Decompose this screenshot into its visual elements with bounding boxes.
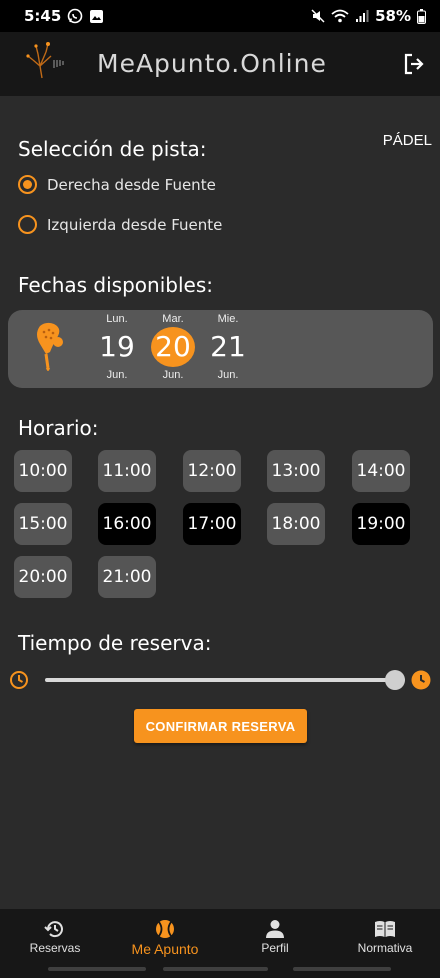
dates-section-title: Fechas disponibles: [18,273,213,297]
slider-track[interactable] [45,678,405,682]
battery-icon [417,8,426,24]
date-item-selected[interactable]: Mar. 20 Jun. [148,310,198,381]
gallery-icon [90,9,104,23]
radio-unchecked[interactable] [18,215,37,234]
nav-item-perfil[interactable]: Perfil [220,909,330,963]
nav-label: Perfil [261,941,289,955]
clock-min-icon [10,671,28,689]
hour-slot[interactable]: 11:00 [98,450,156,492]
date-month: Jun. [217,369,239,381]
schedule-section-title: Horario: [18,416,99,440]
signal-icon [356,10,369,22]
hour-slot[interactable]: 13:00 [267,450,325,492]
court-option-label: Derecha desde Fuente [47,175,216,194]
battery-percent: 58% [375,7,411,25]
hour-slot[interactable]: 21:00 [98,556,156,598]
radio-dot [23,180,32,189]
date-day: Lun. [106,313,128,325]
nav-item-reservas[interactable]: Reservas [0,909,110,963]
slider-thumb[interactable] [385,670,405,690]
court-option-label: Izquierda desde Fuente [47,215,223,234]
duration-section-title: Tiempo de reserva: [18,631,212,655]
date-number: 20 [151,327,195,367]
hour-slot[interactable]: 20:00 [14,556,72,598]
app-header: MeApunto.Online [0,32,440,96]
date-item[interactable]: Mie. 21 Jun. [203,310,253,381]
sport-label: PÁDEL [382,132,432,149]
bottom-nav: Reservas Me Apunto Perfil Normativa [0,909,440,963]
duration-slider[interactable] [8,668,432,692]
wifi-icon [331,9,349,23]
status-bar: 5:45 58% [0,0,440,32]
nav-item-me-apunto[interactable]: Me Apunto [110,909,220,963]
date-month: Jun. [106,369,128,381]
nav-item-normativa[interactable]: Normativa [330,909,440,963]
ball-icon [156,920,174,938]
hour-slot-busy[interactable]: 19:00 [352,503,410,545]
hour-slot[interactable]: 14:00 [352,450,410,492]
hour-slot-busy[interactable]: 16:00 [98,503,156,545]
date-item[interactable]: Lun. 19 Jun. [92,310,142,381]
logout-icon[interactable] [402,52,426,76]
date-number: 21 [210,330,246,363]
hour-slot[interactable]: 12:00 [183,450,241,492]
date-day: Mie. [217,313,239,325]
court-option-right[interactable]: Derecha desde Fuente [18,175,216,194]
status-right: 58% [311,7,426,25]
hour-slot-busy[interactable]: 17:00 [183,503,241,545]
history-icon [44,921,63,938]
nav-label: Reservas [29,941,81,955]
hour-slot[interactable]: 15:00 [14,503,72,545]
court-section-title: Selección de pista: [18,137,207,161]
nav-label: Normativa [357,941,413,955]
gesture-pill [293,967,391,971]
whatsapp-icon [68,8,83,24]
status-time: 5:45 [24,7,62,25]
clock-max-icon [411,670,431,690]
gesture-pill [163,967,268,971]
person-icon [266,920,284,938]
nav-label: Me Apunto [131,941,199,957]
court-option-left[interactable]: Izquierda desde Fuente [18,215,222,234]
app-logo [26,42,64,79]
date-day: Mar. [162,313,184,325]
date-number: 19 [99,330,135,363]
gesture-pill [48,967,146,971]
confirm-reservation-button[interactable]: CONFIRMAR RESERVA [134,709,307,743]
hour-slot[interactable]: 18:00 [267,503,325,545]
date-month: Jun. [162,369,184,381]
book-icon [375,921,395,937]
hour-slot[interactable]: 10:00 [14,450,72,492]
mute-icon [311,9,325,23]
radio-checked[interactable] [18,175,37,194]
status-left: 5:45 [24,7,104,25]
padel-racket-icon [37,322,63,371]
dates-card: Lun. 19 Jun. Mar. 20 Jun. Mie. 21 Jun. [8,310,433,388]
system-gesture-bar [0,963,440,978]
app-title: MeApunto.Online [97,49,327,78]
